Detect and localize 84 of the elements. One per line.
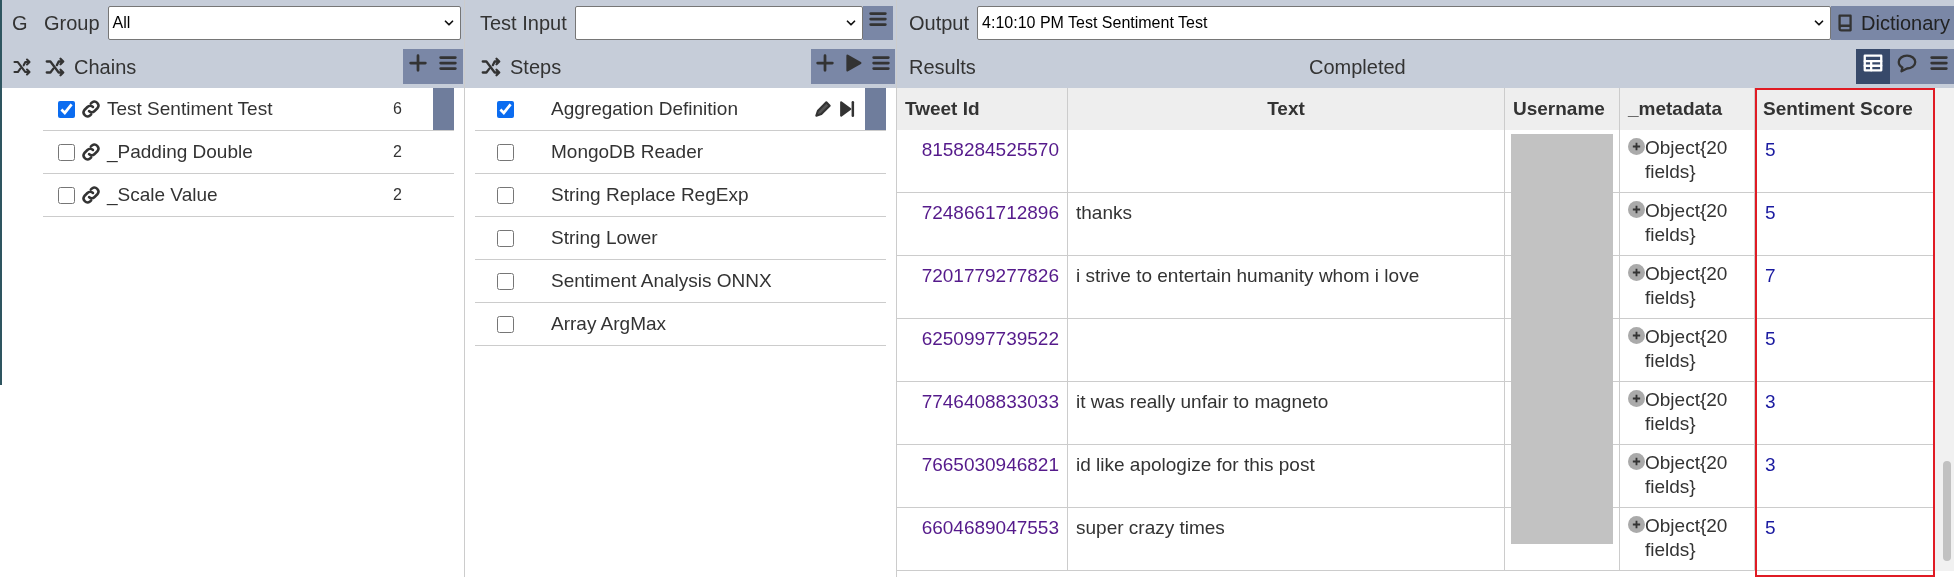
panel-title: Results [909, 54, 977, 80]
metadata-text: Object{20 fields} [1645, 451, 1729, 499]
score-cell-text: 5 [1764, 516, 1777, 540]
shuffle-icon [44, 55, 66, 78]
tweet-id-link[interactable]: 7665030946821 [897, 445, 1068, 507]
test-input-label: Test Input [480, 10, 567, 36]
checkbox[interactable] [497, 143, 514, 161]
metadata-text: Object{20 fields} [1645, 514, 1729, 562]
metadata-text: Object{20 fields} [1645, 388, 1729, 436]
checkbox[interactable] [497, 272, 514, 290]
table-cell: i strive to entertain humanity whom i love [1068, 256, 1505, 318]
menu-button[interactable] [1924, 49, 1954, 84]
table-cell: thanks [1068, 193, 1505, 255]
expand-icon[interactable] [1628, 453, 1645, 470]
metadata-text: Object{20 fields} [1645, 199, 1729, 247]
step-item[interactable]: String Replace RegExp [475, 174, 886, 217]
score-cell-text: 5 [1764, 138, 1777, 162]
score-cell-text: 3 [1764, 390, 1777, 414]
checkbox[interactable] [497, 186, 514, 204]
table-cell: super crazy times [1068, 508, 1505, 570]
plus-icon [814, 52, 836, 74]
metadata-text: Object{20 fields} [1645, 325, 1729, 373]
expand-icon[interactable] [1628, 264, 1645, 281]
output-label: Output [909, 10, 970, 36]
table-cell: id like apologize for this post [1068, 445, 1505, 507]
tweet-id-link[interactable]: 6250997739522 [897, 319, 1068, 381]
column-header[interactable]: Tweet Id [897, 88, 1068, 130]
test-input-dropdown[interactable] [574, 5, 863, 40]
chain-item[interactable]: _Padding Double 2 [43, 131, 454, 174]
metadata-text: Object{20 fields} [1645, 262, 1729, 310]
menu-button[interactable] [863, 5, 893, 40]
tweet-id-link[interactable]: 8158284525570 [897, 130, 1068, 192]
table-cell: it was really unfair to magneto [1068, 382, 1505, 444]
step-item[interactable]: Sentiment Analysis ONNX [475, 260, 886, 303]
shuffle-icon [480, 55, 502, 78]
tweet-id-link[interactable]: 7746408833033 [897, 382, 1068, 444]
score-cell-text: 3 [1764, 453, 1777, 477]
group-label: Group [44, 10, 100, 36]
table-icon [1862, 52, 1884, 74]
pencil-icon [813, 99, 833, 119]
checkbox[interactable] [497, 229, 514, 247]
scrollbar-thumb[interactable] [1943, 461, 1951, 561]
panel-title: Chains [74, 54, 138, 80]
speech-bubble-icon [1896, 52, 1918, 74]
panel-title: Steps [510, 54, 563, 80]
checkbox[interactable] [58, 100, 75, 118]
expand-icon[interactable] [1628, 327, 1645, 344]
expand-icon[interactable] [1628, 516, 1645, 533]
step-item[interactable]: String Lower [475, 217, 886, 260]
chat-view-button[interactable] [1890, 49, 1924, 84]
expand-icon[interactable] [1628, 390, 1645, 407]
tweet-id-link[interactable]: 7201779277826 [897, 256, 1068, 318]
status-text: Completed [1309, 54, 1407, 80]
checkbox[interactable] [58, 143, 75, 161]
table-view-button[interactable] [1856, 49, 1890, 84]
plus-icon [407, 52, 429, 74]
expand-icon[interactable] [1628, 201, 1645, 218]
skip-icon [837, 99, 857, 119]
tweet-id-link[interactable]: 6604689047553 [897, 508, 1068, 570]
link-icon [79, 140, 103, 164]
checkbox[interactable] [497, 100, 514, 118]
step-item[interactable]: Array ArgMax [475, 303, 886, 346]
link-icon [79, 183, 103, 207]
checkbox[interactable] [497, 315, 514, 333]
group-dropdown[interactable]: All [107, 5, 461, 40]
dictionary-button[interactable]: Dictionary [1831, 5, 1954, 40]
tweet-id-link[interactable]: 7248661712896 [897, 193, 1068, 255]
chain-item[interactable]: _Scale Value 2 [43, 174, 454, 217]
link-icon [79, 97, 103, 121]
metadata-text: Object{20 fields} [1645, 136, 1729, 184]
score-cell-text: 7 [1764, 264, 1777, 288]
expand-icon[interactable] [1628, 138, 1645, 155]
score-cell-text: 5 [1764, 327, 1777, 351]
column-header[interactable]: _metadata [1620, 88, 1755, 130]
chain-item[interactable]: Test Sentiment Test 6 [43, 88, 454, 131]
column-header[interactable]: Text [1068, 88, 1505, 130]
column-header[interactable]: Username [1505, 88, 1620, 130]
shuffle-icon [12, 56, 32, 77]
panel-title: G [12, 10, 28, 36]
step-item[interactable]: MongoDB Reader [475, 131, 886, 174]
output-dropdown[interactable]: 4:10:10 PM Test Sentiment Test [977, 5, 1832, 40]
score-cell-text: 5 [1764, 201, 1777, 225]
checkbox[interactable] [58, 186, 75, 204]
step-item[interactable]: Aggregation Definition [475, 88, 886, 131]
